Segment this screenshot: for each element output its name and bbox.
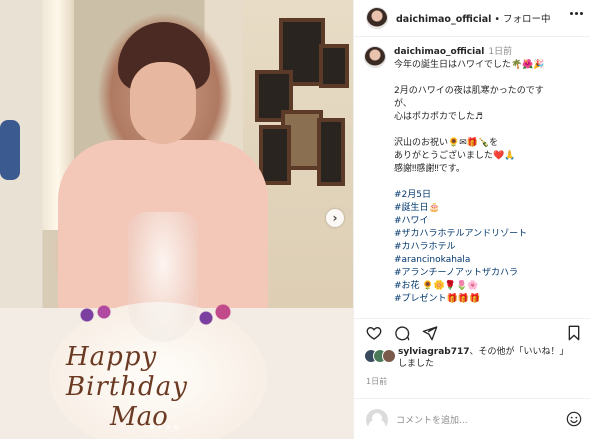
share-icon[interactable]: [422, 325, 438, 341]
carousel-dot: [158, 425, 162, 429]
hashtag-link[interactable]: #ザカハラホテルアンドリゾート: [394, 228, 584, 241]
cake-text-line2: Mao: [110, 402, 168, 432]
liker-username[interactable]: sylviagrab717: [398, 347, 470, 357]
action-bar: [354, 318, 590, 345]
carousel-dot: [174, 425, 178, 429]
hashtag-link[interactable]: #プレゼント🎁🎁🎁: [394, 293, 584, 306]
cake-writing: Happy Birthday Mao: [66, 342, 266, 432]
woman-face: [130, 62, 196, 144]
cake-text-line1: Happy Birthday: [66, 342, 188, 402]
hashtag-link[interactable]: #お花 🌻🌼🌹🌷🌸: [394, 280, 584, 293]
caption-line: 心はポカポカでした♬: [394, 112, 484, 122]
likes-middle: 、その他: [469, 347, 506, 357]
hashtag-link[interactable]: #ハワイ: [394, 215, 584, 228]
hashtag-link[interactable]: #誕生日🎂: [394, 202, 584, 215]
comment-bar: コメントを追加...: [354, 398, 590, 440]
post-photo[interactable]: Happy Birthday Mao ›: [0, 0, 353, 439]
hashtag-link[interactable]: #2月5日: [394, 189, 584, 202]
caption-line: が、: [394, 99, 412, 109]
liker-avatars: [364, 349, 396, 363]
caption: daichimao_official 1日前 今年の誕生日はハワイでした🌴🌺🎉 2…: [364, 46, 584, 310]
emoji-icon[interactable]: [566, 411, 582, 427]
post-date[interactable]: 1日前: [366, 376, 387, 387]
post-side-panel: daichimao_official • フォロー中 daichimao_off…: [353, 0, 590, 439]
follow-status[interactable]: フォロー中: [503, 14, 551, 25]
post-header: daichimao_official • フォロー中: [354, 0, 590, 37]
caption-line: 2月のハワイの夜は肌寒かったのです: [394, 86, 544, 96]
caption-line: 感謝‼感謝‼です。: [394, 164, 465, 174]
header-username-line: daichimao_official • フォロー中: [396, 11, 551, 25]
comment-icon[interactable]: [394, 325, 410, 341]
avatar[interactable]: [364, 46, 386, 68]
caption-text: daichimao_official 1日前 今年の誕生日はハワイでした🌴🌺🎉 2…: [394, 46, 584, 306]
heart-icon[interactable]: [366, 325, 382, 341]
flowers: [70, 300, 240, 330]
header-separator: •: [491, 14, 504, 25]
likes-text: sylviagrab717、その他が「いいね！」 しました: [398, 346, 584, 370]
caption-line: ありがとうございました❤️🙏: [394, 151, 516, 161]
hashtag-link[interactable]: #arancinokahala: [394, 254, 584, 267]
header-username[interactable]: daichimao_official: [396, 14, 491, 25]
carousel-dots: [150, 425, 178, 429]
wall-frame: [259, 125, 291, 185]
likes-suffix: が「いいね！」: [505, 347, 569, 357]
chevron-right-icon[interactable]: ›: [326, 209, 344, 227]
bookmark-icon[interactable]: [566, 325, 582, 341]
instagram-post-view: Happy Birthday Mao › daichimao_official …: [0, 0, 590, 439]
caption-line: 沢山のお祝い🌻✉🎁🍾を: [394, 138, 499, 148]
more-icon[interactable]: [570, 12, 584, 18]
carousel-dot: [166, 425, 170, 429]
background-person: [0, 120, 20, 180]
comment-input[interactable]: コメントを追加...: [396, 413, 468, 426]
caption-line: 今年の誕生日はハワイでした🌴🌺🎉: [394, 60, 545, 70]
wall-frame: [319, 44, 349, 88]
caption-username[interactable]: daichimao_official: [394, 47, 484, 57]
hashtag-link[interactable]: #カハラホテル: [394, 241, 584, 254]
carousel-dot: [150, 425, 154, 429]
avatar: [382, 349, 396, 363]
hashtag-link[interactable]: #アランチーノアットザカハラ: [394, 267, 584, 280]
avatar: [366, 409, 388, 431]
caption-time: 1日前: [488, 47, 513, 57]
wall-frame: [317, 118, 345, 186]
avatar[interactable]: [366, 7, 388, 29]
likes-suffix2: しました: [398, 359, 435, 369]
